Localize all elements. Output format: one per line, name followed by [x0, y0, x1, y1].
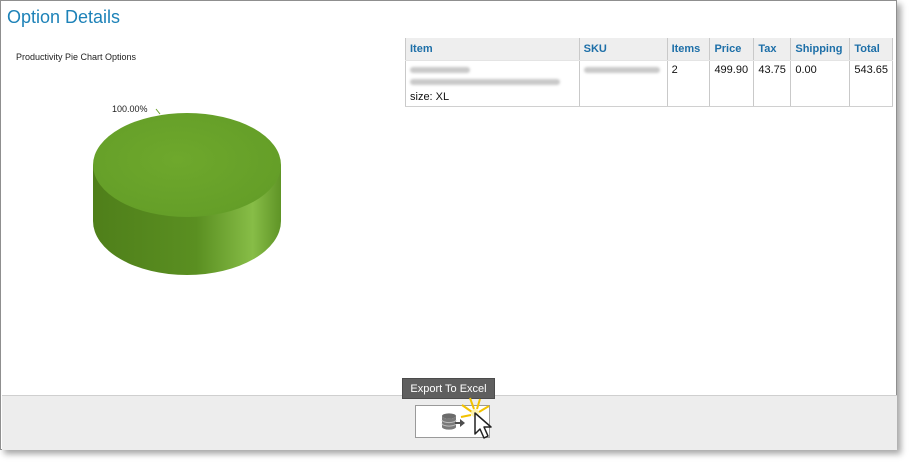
redacted-sku	[583, 66, 660, 73]
cell-shipping: 0.00	[790, 60, 851, 107]
order-items-table: Item SKU Items Price Tax Shipping Total …	[405, 38, 893, 107]
column-header-sku[interactable]: SKU	[578, 38, 668, 61]
column-header-item[interactable]: Item	[405, 38, 580, 61]
slice-label-leader	[155, 108, 161, 115]
column-header-shipping[interactable]: Shipping	[790, 38, 851, 61]
table-header-row: Item SKU Items Price Tax Shipping Total	[405, 38, 893, 61]
cell-tax: 43.75	[753, 60, 792, 107]
column-header-total[interactable]: Total	[849, 38, 893, 61]
cell-sku	[578, 60, 668, 107]
column-header-tax[interactable]: Tax	[753, 38, 792, 61]
pie-chart: 100.00%	[93, 104, 281, 275]
pie-slice-1	[93, 113, 281, 217]
cell-items: 2	[666, 60, 711, 107]
mouse-cursor-click-icon	[460, 397, 492, 439]
page-title: Option Details	[7, 7, 121, 27]
redacted-item-name-line-2	[410, 78, 560, 85]
item-size: size: XL	[410, 90, 450, 103]
table-row: size: XL 2 499.90 43.75 0.00 543.65	[405, 60, 893, 107]
column-header-price[interactable]: Price	[709, 38, 755, 61]
slice-label: 100.00%	[112, 104, 148, 114]
column-header-items[interactable]: Items	[666, 38, 711, 61]
cell-total: 543.65	[849, 60, 893, 107]
cell-item: size: XL	[405, 60, 580, 107]
cell-price: 499.90	[709, 60, 755, 107]
redacted-item-name-line-1	[410, 66, 470, 73]
chart-title: Productivity Pie Chart Options	[16, 52, 137, 62]
